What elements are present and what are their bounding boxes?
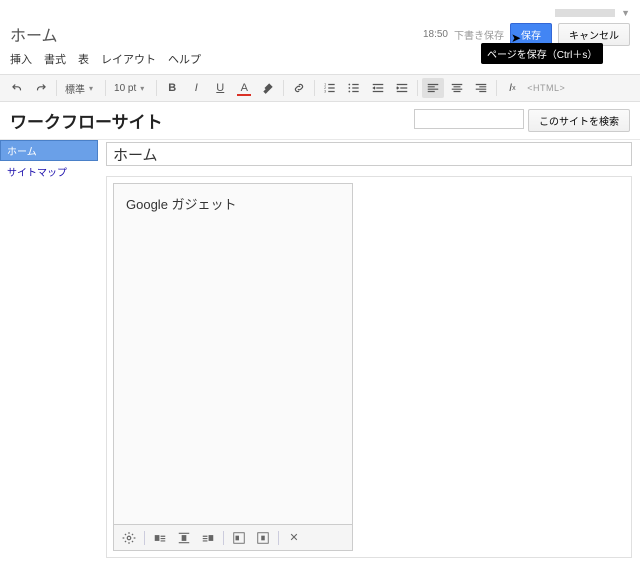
account-name-redacted bbox=[555, 9, 615, 17]
header-actions: 18:50 下書き保存 保存 キャンセル ページを保存（Ctrl＋s） ➤ bbox=[423, 23, 630, 46]
text-color-icon[interactable]: A bbox=[233, 78, 255, 98]
menu-help[interactable]: ヘルプ bbox=[168, 51, 201, 67]
gadget-placeholder: Google ガジェット ✕ bbox=[113, 183, 353, 551]
page-title: ホーム bbox=[10, 20, 58, 48]
gadget-align-right-icon[interactable] bbox=[197, 528, 219, 548]
save-tooltip: ページを保存（Ctrl＋s） bbox=[481, 43, 603, 64]
gadget-settings-icon[interactable] bbox=[118, 528, 140, 548]
link-icon[interactable] bbox=[288, 78, 310, 98]
menu-insert[interactable]: 挿入 bbox=[10, 51, 32, 67]
account-area[interactable]: ▼ bbox=[10, 6, 630, 20]
page-title-input[interactable] bbox=[106, 142, 632, 166]
gadget-toolbar: ✕ bbox=[114, 524, 352, 550]
gadget-wrap-off-icon[interactable] bbox=[252, 528, 274, 548]
edit-html-button[interactable]: <HTML> bbox=[527, 83, 565, 93]
menu-table[interactable]: 表 bbox=[78, 51, 89, 67]
align-center-icon[interactable] bbox=[446, 78, 468, 98]
svg-text:3: 3 bbox=[324, 90, 326, 94]
sidebar-item-sitemap[interactable]: サイトマップ bbox=[0, 161, 98, 182]
menu-layout[interactable]: レイアウト bbox=[101, 51, 156, 67]
indent-increase-icon[interactable] bbox=[391, 78, 413, 98]
bold-icon[interactable]: B bbox=[161, 78, 183, 98]
site-search-button[interactable]: このサイトを検索 bbox=[528, 109, 630, 132]
numbered-list-icon[interactable]: 123 bbox=[319, 78, 341, 98]
indent-decrease-icon[interactable] bbox=[367, 78, 389, 98]
font-size-select[interactable]: 10 pt bbox=[110, 78, 152, 98]
paragraph-style-select[interactable]: 標準 bbox=[61, 78, 101, 98]
editor-main: Google ガジェット ✕ bbox=[98, 140, 640, 566]
site-title: ワークフローサイト bbox=[10, 108, 163, 133]
draft-saved-label: 下書き保存 bbox=[454, 27, 504, 42]
underline-icon[interactable]: U bbox=[209, 78, 231, 98]
sidebar-nav: ホーム サイトマップ bbox=[0, 140, 98, 566]
clear-formatting-icon[interactable]: Ix bbox=[501, 78, 523, 98]
gadget-remove-icon[interactable]: ✕ bbox=[283, 528, 305, 548]
align-left-icon[interactable] bbox=[422, 78, 444, 98]
undo-icon[interactable] bbox=[6, 78, 28, 98]
align-right-icon[interactable] bbox=[470, 78, 492, 98]
format-toolbar: 標準 10 pt B I U A 123 Ix <HTML> bbox=[0, 74, 640, 102]
redo-icon[interactable] bbox=[30, 78, 52, 98]
gadget-wrap-on-icon[interactable] bbox=[228, 528, 250, 548]
gadget-align-left-icon[interactable] bbox=[149, 528, 171, 548]
site-search-input[interactable] bbox=[414, 109, 524, 129]
gadget-align-center-icon[interactable] bbox=[173, 528, 195, 548]
content-editor[interactable]: Google ガジェット ✕ bbox=[106, 176, 632, 558]
account-dropdown-icon: ▼ bbox=[621, 8, 630, 18]
menu-format[interactable]: 書式 bbox=[44, 51, 66, 67]
italic-icon[interactable]: I bbox=[185, 78, 207, 98]
bullet-list-icon[interactable] bbox=[343, 78, 365, 98]
autosave-time: 18:50 bbox=[423, 29, 448, 40]
highlight-color-icon[interactable] bbox=[257, 78, 279, 98]
gadget-label: Google ガジェット bbox=[114, 184, 352, 524]
sidebar-item-home[interactable]: ホーム bbox=[0, 140, 98, 161]
